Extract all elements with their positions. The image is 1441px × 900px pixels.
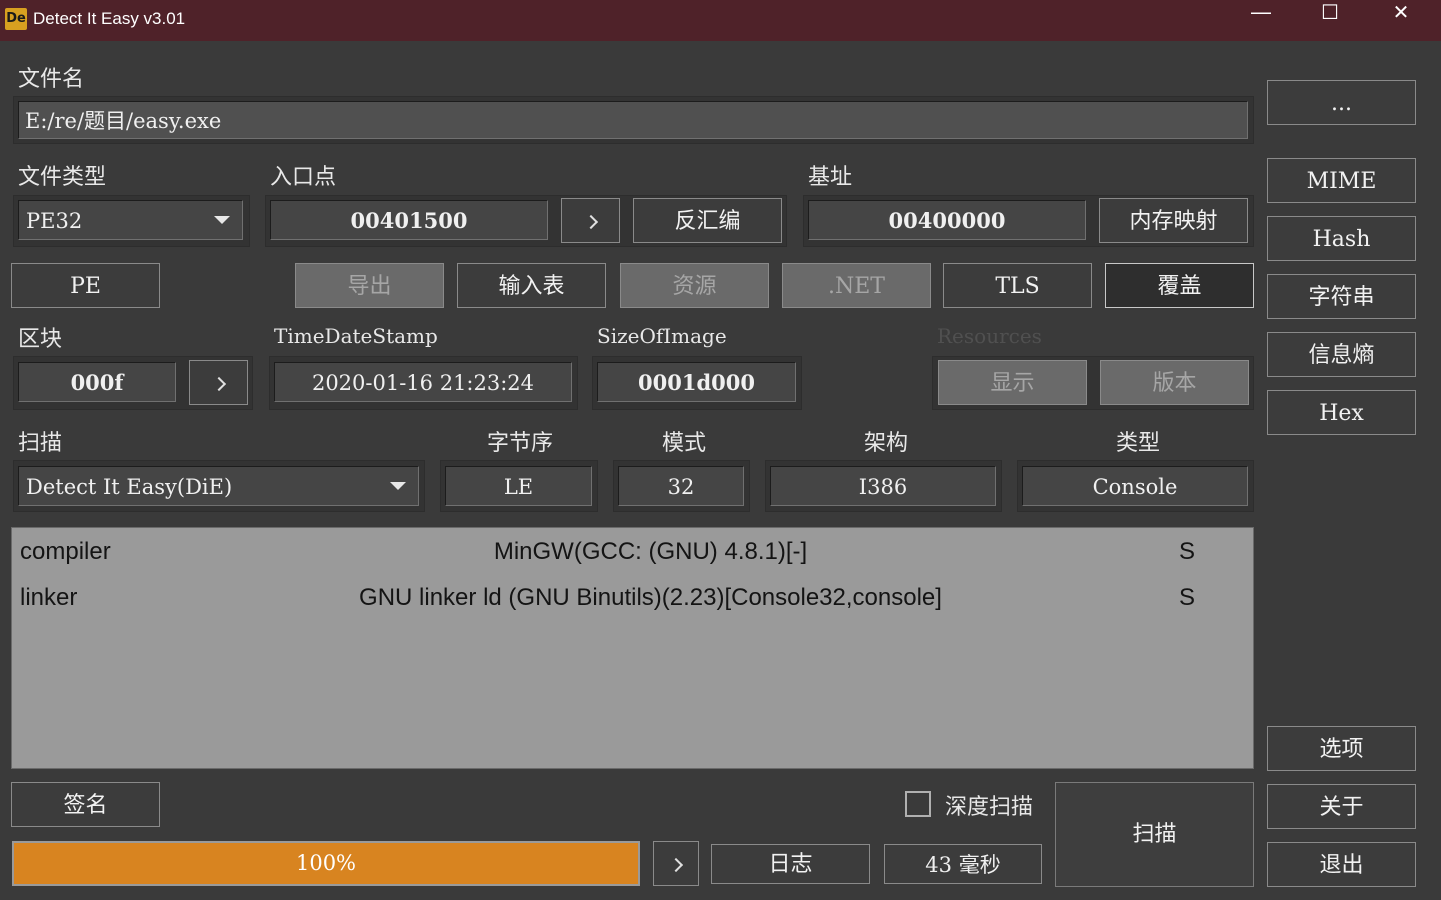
maximize-button[interactable]: ☐ [1295,0,1365,41]
type-value: Console [1022,466,1248,506]
window-title: Detect It Easy v3.01 [33,9,186,28]
base-label: 基址 [808,165,853,190]
log-button[interactable]: 日志 [711,844,870,884]
mode-label: 模式 [662,431,707,456]
signature-button[interactable]: 签名 [11,782,160,827]
chevron-right-icon [668,857,684,873]
result-flag: S [1179,584,1196,611]
resources-button[interactable]: 资源 [620,263,769,308]
deep-scan-checkbox[interactable] [905,791,931,817]
result-name: MinGW(GCC: (GNU) 4.8.1)[-] [493,538,808,565]
chevron-down-icon [390,482,406,490]
filetype-select[interactable]: PE32 [18,200,243,240]
scan-engine-select[interactable]: Detect It Easy(DiE) [18,466,419,506]
progress-goto-button[interactable] [653,841,699,886]
resources-show-button[interactable]: 显示 [938,360,1087,405]
sizeofimage-value: 0001d000 [597,362,796,402]
entropy-button[interactable]: 信息熵 [1267,332,1416,377]
arch-value: I386 [770,466,996,506]
import-button[interactable]: 输入表 [457,263,606,308]
disasm-button[interactable]: 反汇编 [633,198,782,243]
chevron-right-icon [211,376,226,392]
sections-count: 000f [18,362,176,402]
scan-time-value: 43 毫秒 [884,844,1042,884]
mode-value: 32 [618,466,744,506]
result-kind: compiler [20,538,111,565]
timedatestamp-value: 2020-01-16 21:23:24 [274,362,572,402]
sizeofimage-label: SizeOfImage [597,324,727,348]
tls-button[interactable]: TLS [943,263,1092,308]
result-flag: S [1179,538,1196,565]
sections-label: 区块 [18,327,63,352]
results-list[interactable]: compiler MinGW(GCC: (GNU) 4.8.1)[-] S li… [11,527,1254,769]
entry-label: 入口点 [270,165,337,190]
dotnet-button[interactable]: .NET [782,263,931,308]
type-label: 类型 [1116,431,1161,456]
filetype-value: PE32 [26,209,83,233]
deep-scan-label[interactable]: 深度扫描 [945,789,1033,821]
result-row[interactable]: linker GNU linker ld (GNU Binutils)(2.23… [12,578,1253,618]
about-button[interactable]: 关于 [1267,784,1416,829]
chevron-down-icon [214,216,230,224]
result-name: GNU linker ld (GNU Binutils)(2.23)[Conso… [359,584,942,611]
pe-button[interactable]: PE [11,263,160,308]
export-button[interactable]: 导出 [295,263,444,308]
hex-button[interactable]: Hex [1267,390,1416,435]
resources-label: Resources [937,324,1042,348]
mime-button[interactable]: MIME [1267,158,1416,203]
exit-button[interactable]: 退出 [1267,842,1416,887]
file-path-input[interactable]: E:/re/题目/easy.exe [18,101,1248,139]
result-row[interactable]: compiler MinGW(GCC: (GNU) 4.8.1)[-] S [12,532,1253,572]
scan-button[interactable]: 扫描 [1055,782,1254,887]
browse-button[interactable]: ... [1267,80,1416,125]
endian-label: 字节序 [487,431,554,456]
filetype-label: 文件类型 [18,165,107,190]
sections-goto-button[interactable] [189,360,248,405]
hash-button[interactable]: Hash [1267,216,1416,261]
app-icon: De [5,8,27,30]
options-button[interactable]: 选项 [1267,726,1416,771]
title-bar: De Detect It Easy v3.01 ― ☐ ✕ [0,0,1441,41]
memory-map-button[interactable]: 内存映射 [1099,198,1248,243]
scan-label: 扫描 [18,431,63,456]
close-button[interactable]: ✕ [1366,0,1436,41]
chevron-right-icon [583,214,598,230]
endian-value: LE [445,466,592,506]
overlay-button[interactable]: 覆盖 [1105,263,1254,308]
result-kind: linker [20,584,78,611]
scan-engine-value: Detect It Easy(DiE) [26,475,233,499]
scan-progress-bar: 100% [12,841,640,886]
filename-label: 文件名 [18,67,85,92]
strings-button[interactable]: 字符串 [1267,274,1416,319]
arch-label: 架构 [864,431,909,456]
minimize-button[interactable]: ― [1226,0,1296,41]
entry-goto-button[interactable] [561,198,620,243]
base-address-value: 00400000 [808,200,1086,240]
timedatestamp-label: TimeDateStamp [274,324,438,348]
resources-version-button[interactable]: 版本 [1100,360,1249,405]
entry-point-value: 00401500 [270,200,548,240]
